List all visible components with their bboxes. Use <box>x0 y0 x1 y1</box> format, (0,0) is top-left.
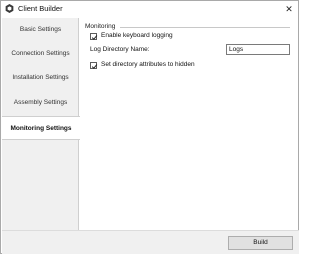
build-button[interactable]: Build <box>228 236 293 250</box>
sidebar-item-monitoring-settings[interactable]: Monitoring Settings <box>2 116 80 140</box>
sidebar-item-basic-settings[interactable]: Basic Settings <box>2 18 79 42</box>
checkmark-icon <box>91 64 98 69</box>
sidebar-item-installation-settings[interactable]: Installation Settings <box>2 66 79 90</box>
sidebar-item-connection-settings[interactable]: Connection Settings <box>2 42 79 66</box>
sidebar-item-assembly-settings[interactable]: Assembly Settings <box>2 91 79 115</box>
checkmark-icon <box>91 35 98 40</box>
monitoring-panel: Monitoring Enable keyboard logging Log D… <box>83 20 295 225</box>
group-title-monitoring: Monitoring <box>85 23 116 30</box>
enable-keyboard-logging-checkbox[interactable] <box>90 33 98 40</box>
settings-sidebar: Basic Settings Connection Settings Insta… <box>2 18 80 230</box>
window-title: Client Builder <box>18 4 63 13</box>
group-divider <box>120 27 290 28</box>
client-builder-window: Client Builder ✕ Basic Settings Connecti… <box>0 0 299 254</box>
app-logo-icon <box>5 4 14 13</box>
close-icon[interactable]: ✕ <box>283 3 295 15</box>
footer-bar: Build <box>2 230 299 254</box>
title-bar: Client Builder ✕ <box>1 1 298 17</box>
hidden-attributes-label: Set directory attributes to hidden <box>101 61 195 68</box>
hidden-attributes-checkbox[interactable] <box>90 62 98 69</box>
enable-keyboard-logging-label: Enable keyboard logging <box>101 32 173 39</box>
log-directory-label: Log Directory Name: <box>90 46 150 53</box>
log-directory-input[interactable]: Logs <box>226 44 290 55</box>
